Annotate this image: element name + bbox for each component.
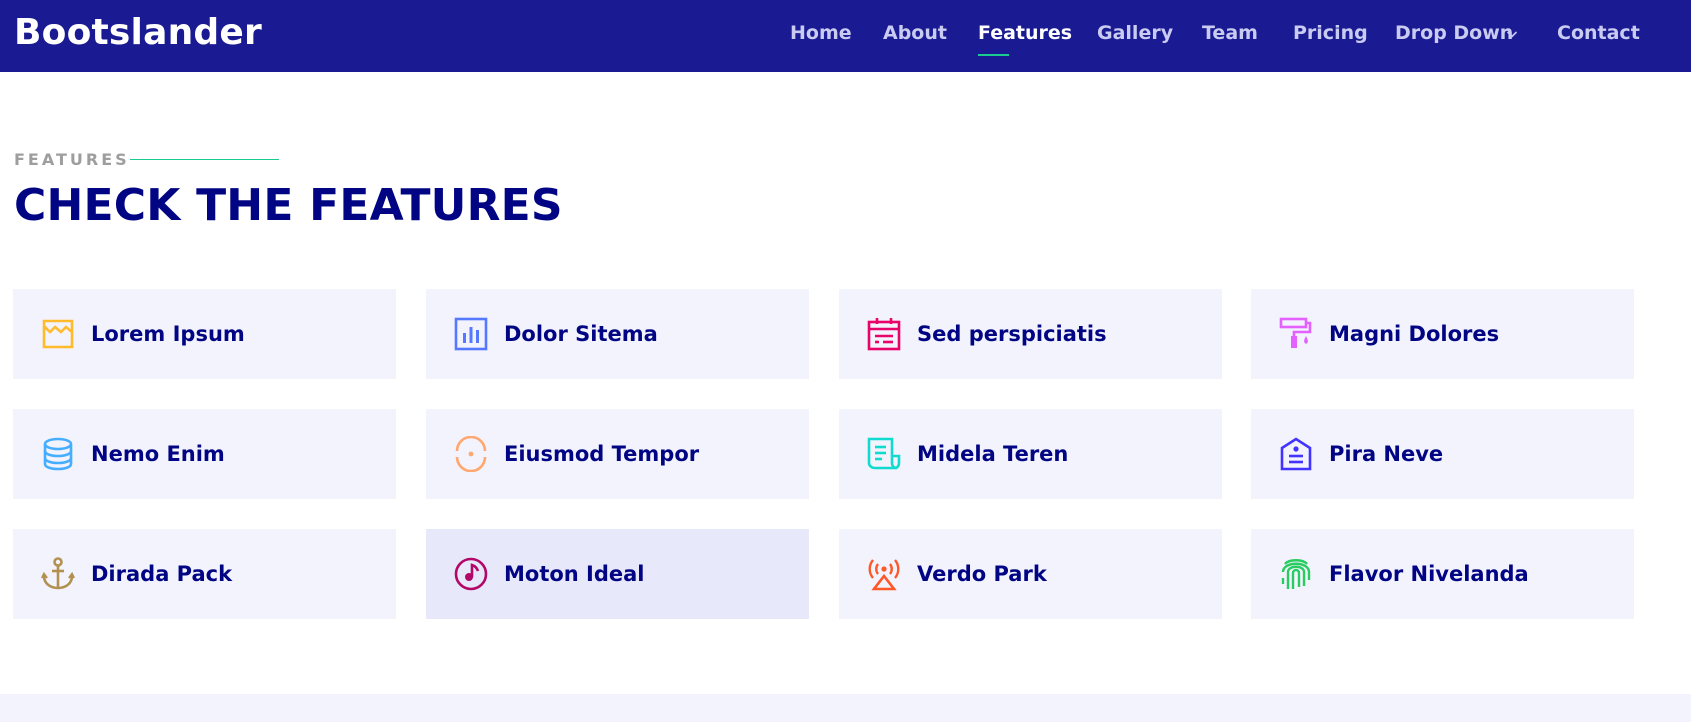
section-title: CHECK THE FEATURES [14,180,563,231]
feature-label: Flavor Nivelanda [1329,562,1529,586]
paint-roller-icon [1279,317,1312,348]
feature-label: Magni Dolores [1329,322,1500,346]
feature-card-nemo-enim[interactable]: Nemo Enim [13,409,396,499]
feature-label: Midela Teren [917,442,1069,466]
nav-home[interactable]: Home [790,22,852,48]
feature-label: Verdo Park [917,562,1047,586]
feature-card-flavor-nivelanda[interactable]: Flavor Nivelanda [1251,529,1634,619]
gradienter-icon [455,436,487,472]
main-nav: Home About Features Gallery Team Pricing… [0,0,1691,72]
feature-label: Nemo Enim [91,442,225,466]
chevron-down-icon[interactable] [1506,28,1518,40]
feature-card-magni-dolores[interactable]: Magni Dolores [1251,289,1634,379]
feature-card-dirada-pack[interactable]: Dirada Pack [13,529,396,619]
base-station-icon [868,559,900,591]
section-eyebrow: FEATURES [14,150,130,169]
feature-label: Moton Ideal [504,562,645,586]
feature-label: Dolor Sitema [504,322,658,346]
feature-card-lorem-ipsum[interactable]: Lorem Ipsum [13,289,396,379]
feature-card-eiusmod-tempor[interactable]: Eiusmod Tempor [426,409,809,499]
site-header: Bootslander Home About Features Gallery … [0,0,1691,72]
nav-contact[interactable]: Contact [1557,22,1640,48]
database-icon [43,437,73,471]
calendar-icon [867,318,901,351]
anchor-icon [41,557,75,590]
price-tag-icon [1280,437,1312,471]
nav-dropdown[interactable]: Drop Down [1395,22,1513,48]
eyebrow-divider [130,159,279,160]
feature-label: Lorem Ipsum [91,322,245,346]
feature-label: Pira Neve [1329,442,1444,466]
feature-card-midela-teren[interactable]: Midela Teren [839,409,1222,499]
fingerprint-icon [1281,559,1311,589]
feature-card-verdo-park[interactable]: Verdo Park [839,529,1222,619]
feature-label: Eiusmod Tempor [504,442,700,466]
file-list-icon [867,437,901,470]
bar-chart-icon [454,317,488,351]
nav-gallery[interactable]: Gallery [1097,22,1173,48]
feature-label: Sed perspiciatis [917,322,1107,346]
next-section-band [0,694,1691,722]
feature-label: Dirada Pack [91,562,233,586]
feature-card-pira-neve[interactable]: Pira Neve [1251,409,1634,499]
feature-card-dolor-sitema[interactable]: Dolor Sitema [426,289,809,379]
nav-about[interactable]: About [883,22,947,48]
disc-icon [454,557,488,591]
store-icon [42,319,74,349]
nav-team[interactable]: Team [1202,22,1258,48]
feature-card-moton-ideal[interactable]: Moton Ideal [426,529,809,619]
nav-features[interactable]: Features [978,22,1072,48]
feature-card-sed-perspiciatis[interactable]: Sed perspiciatis [839,289,1222,379]
nav-pricing[interactable]: Pricing [1293,22,1368,48]
active-nav-indicator [978,54,1009,56]
